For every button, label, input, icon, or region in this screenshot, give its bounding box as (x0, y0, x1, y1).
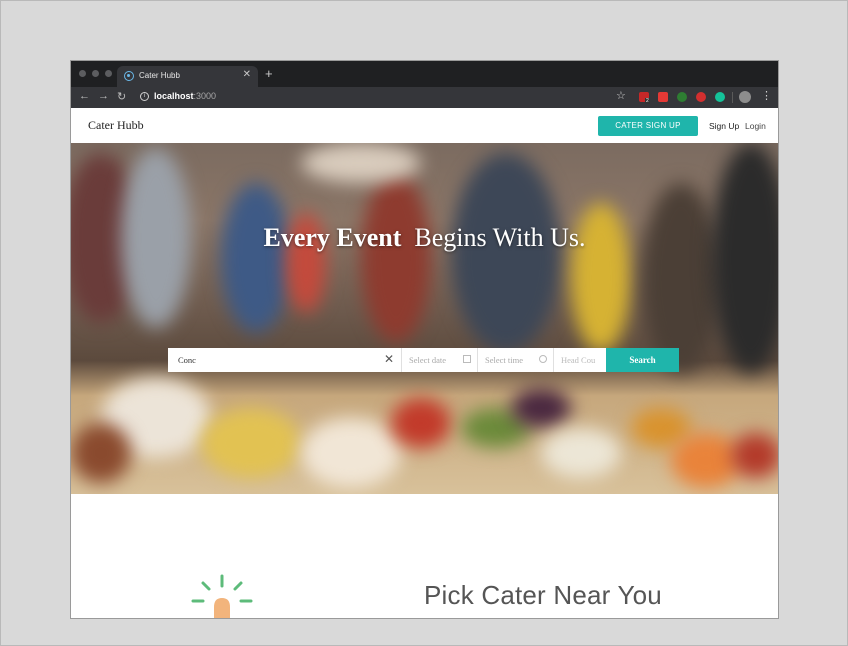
browser-window: Cater Hubb ✕ + ← → ↻ i localhost:3000 ☆ … (71, 61, 778, 618)
url-port: :3000 (193, 91, 217, 101)
cater-signup-button[interactable]: CATER SIGN UP (598, 116, 698, 136)
hero-title-rest: Begins With Us. (414, 223, 586, 252)
search-input[interactable]: Conc ✕ (168, 348, 402, 372)
login-link[interactable]: Login (745, 121, 766, 131)
forward-arrow-icon[interactable]: → (98, 90, 109, 102)
extension-grammarly-icon[interactable] (715, 92, 725, 102)
calendar-icon (463, 355, 471, 363)
date-placeholder: Select date (409, 355, 447, 365)
hero-title-bold: Every Event (263, 223, 402, 252)
reload-icon[interactable]: ↻ (117, 90, 126, 103)
extension-green-icon[interactable] (677, 92, 687, 102)
browser-toolbar: ← → ↻ i localhost:3000 ☆ 2 ⋮ (71, 87, 778, 108)
search-bar: Conc ✕ Select date Select time Head Cou … (168, 348, 679, 372)
search-button[interactable]: Search (606, 348, 679, 372)
extension-vpn-icon[interactable] (696, 92, 706, 102)
maximize-window-button[interactable] (105, 70, 112, 77)
clear-icon[interactable]: ✕ (384, 352, 394, 366)
tab-close-icon[interactable]: ✕ (243, 69, 251, 80)
browser-tab-bar: Cater Hubb ✕ + (71, 61, 778, 87)
section-title: Pick Cater Near You (424, 580, 662, 610)
headcount-input[interactable]: Head Cou (554, 348, 606, 372)
date-picker[interactable]: Select date (402, 348, 478, 372)
profile-avatar-icon[interactable] (739, 91, 751, 103)
extension-clipper-icon[interactable] (658, 92, 668, 102)
signup-link[interactable]: Sign Up (709, 121, 739, 131)
new-tab-plus-icon[interactable]: + (265, 66, 273, 81)
hero-title: Every Event Begins With Us. (71, 223, 778, 253)
browser-tab[interactable]: Cater Hubb ✕ (117, 66, 258, 87)
lightbulb-idea-icon (191, 574, 253, 618)
brand-logo[interactable]: Cater Hubb (88, 118, 144, 133)
minimize-window-button[interactable] (92, 70, 99, 77)
clock-icon (539, 355, 547, 363)
pick-cater-section: Pick Cater Near You (71, 494, 778, 618)
browser-menu-icon[interactable]: ⋮ (761, 89, 772, 102)
hero-banner: Every Event Begins With Us. Conc ✕ Selec… (71, 143, 778, 494)
toolbar-divider (732, 92, 733, 103)
back-arrow-icon[interactable]: ← (79, 90, 90, 102)
tab-title: Cater Hubb (139, 71, 180, 80)
site-navbar: Cater Hubb CATER SIGN UP Sign Up Login (71, 108, 778, 143)
extension-badge: 2 (645, 98, 650, 104)
headcount-placeholder: Head Cou (561, 355, 596, 365)
time-placeholder: Select time (485, 355, 524, 365)
time-picker[interactable]: Select time (478, 348, 554, 372)
react-favicon-icon (124, 71, 134, 81)
search-input-value: Conc (178, 355, 196, 365)
bookmark-star-icon[interactable]: ☆ (616, 89, 626, 102)
window-controls[interactable] (79, 70, 112, 77)
url-host: localhost (154, 91, 194, 101)
address-bar[interactable]: localhost:3000 (154, 91, 216, 101)
site-info-icon[interactable]: i (140, 92, 149, 101)
close-window-button[interactable] (79, 70, 86, 77)
